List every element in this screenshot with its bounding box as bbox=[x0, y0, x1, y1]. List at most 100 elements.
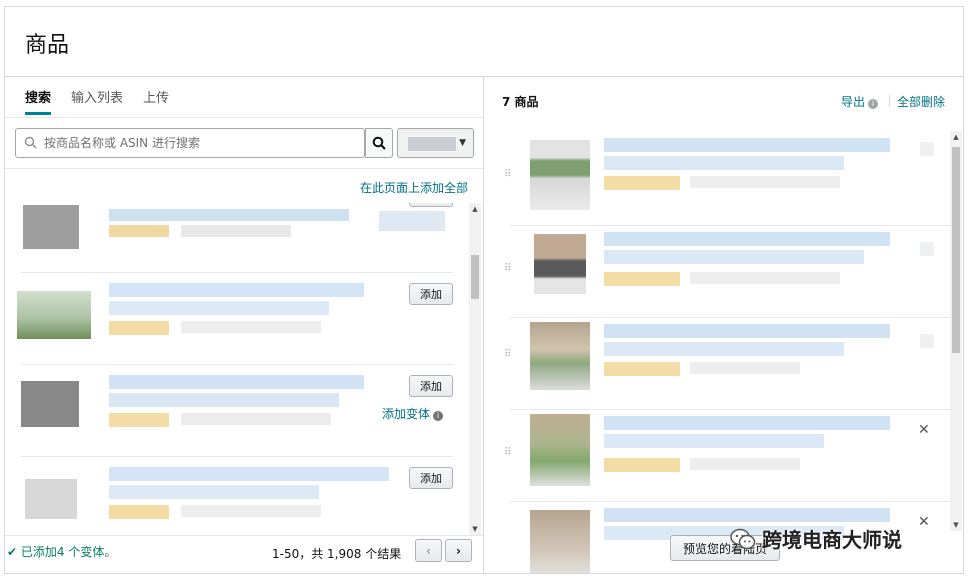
add-variants-label: 添加变体 bbox=[382, 407, 431, 421]
add-all-on-page-link[interactable]: 在此页面上添加全部 bbox=[360, 179, 468, 196]
product-title bbox=[109, 375, 364, 389]
product-price bbox=[690, 362, 800, 374]
added-variants-text: 已添加4 个变体。 bbox=[20, 545, 117, 559]
product-price bbox=[181, 225, 291, 237]
search-input[interactable] bbox=[44, 133, 354, 153]
product-image bbox=[25, 479, 77, 519]
add-button[interactable]: 添加 bbox=[409, 375, 453, 397]
tab-search[interactable]: 搜索 bbox=[25, 87, 52, 115]
product-title bbox=[109, 283, 364, 297]
product-rating bbox=[604, 176, 680, 190]
add-button[interactable]: 添加 bbox=[409, 467, 453, 489]
product-rating bbox=[604, 362, 680, 376]
scroll-up-icon[interactable]: ▲ bbox=[469, 203, 481, 215]
check-icon: ✔ bbox=[7, 545, 18, 559]
scroll-up-icon[interactable]: ▲ bbox=[950, 131, 962, 143]
search-results-list: 添加 添加 添加变体 i 添加 bbox=[5, 203, 469, 537]
search-button[interactable] bbox=[365, 128, 393, 158]
selected-products-list: ⠿ ⠿ ⠿ ⠿ ✕ ✕ bbox=[484, 122, 963, 573]
results-scrollbar[interactable]: ▲ ▼ bbox=[469, 203, 481, 535]
product-price bbox=[690, 458, 800, 470]
product-title bbox=[604, 416, 890, 430]
product-price bbox=[181, 505, 321, 517]
product-subtitle bbox=[604, 342, 844, 356]
search-panel: 搜索 输入列表 上传 ▼ 在此页面上添加全部 bbox=[5, 77, 483, 573]
tabs-divider bbox=[5, 117, 483, 118]
product-title bbox=[109, 209, 349, 221]
product-title bbox=[604, 138, 890, 152]
search-field[interactable] bbox=[15, 128, 365, 158]
product-image bbox=[530, 414, 590, 486]
product-title bbox=[604, 232, 890, 246]
selected-item: ⠿ bbox=[494, 226, 944, 316]
tab-enter-list[interactable]: 输入列表 bbox=[71, 87, 123, 115]
remove-placeholder bbox=[920, 242, 934, 256]
product-price bbox=[181, 321, 321, 333]
watermark-text: 跨境电商大师说 bbox=[762, 528, 902, 552]
product-image bbox=[534, 234, 586, 294]
drag-handle-icon[interactable]: ⠿ bbox=[504, 264, 512, 274]
product-rating bbox=[604, 272, 680, 286]
scroll-down-icon[interactable]: ▼ bbox=[950, 519, 962, 531]
selected-list-scrollbar[interactable]: ▲ ▼ bbox=[950, 131, 962, 531]
close-icon[interactable]: ✕ bbox=[918, 514, 930, 530]
drag-handle-icon[interactable]: ⠿ bbox=[504, 170, 512, 180]
link-separator bbox=[889, 95, 890, 107]
list-item: 添加 bbox=[21, 457, 453, 537]
product-title bbox=[604, 508, 890, 522]
product-image bbox=[530, 322, 590, 390]
product-subtitle bbox=[604, 250, 864, 264]
list-item: 添加 bbox=[17, 273, 453, 365]
product-image bbox=[21, 381, 79, 427]
product-price bbox=[690, 272, 840, 284]
footer-divider bbox=[5, 535, 483, 536]
selected-item: ⠿ ✕ bbox=[494, 410, 944, 500]
product-image bbox=[530, 140, 590, 210]
search-scope-dropdown[interactable]: ▼ bbox=[397, 128, 474, 158]
previous-page-button[interactable]: ‹ bbox=[415, 539, 442, 562]
delete-all-link[interactable]: 全部删除 bbox=[897, 93, 945, 110]
search-icon bbox=[24, 136, 37, 152]
add-button[interactable]: 添加 bbox=[409, 283, 453, 305]
scroll-thumb[interactable] bbox=[952, 147, 960, 353]
watermark: 跨境电商大师说 bbox=[730, 524, 902, 553]
tab-upload[interactable]: 上传 bbox=[143, 87, 169, 115]
product-rating bbox=[604, 458, 680, 472]
product-image bbox=[530, 510, 590, 573]
add-button[interactable] bbox=[409, 203, 453, 207]
added-variants-status: ✔ 已添加4 个变体。 bbox=[7, 543, 116, 560]
drag-handle-icon[interactable]: ⠿ bbox=[504, 350, 512, 360]
search-icon bbox=[372, 136, 386, 150]
product-subtitle bbox=[109, 485, 319, 499]
product-rating bbox=[109, 413, 169, 427]
chevron-right-icon: › bbox=[456, 543, 461, 558]
product-meta bbox=[379, 211, 445, 231]
product-price bbox=[181, 413, 331, 425]
product-subtitle bbox=[109, 393, 339, 407]
selected-products-panel: 7 商品 导出 i 全部删除 ⠿ ⠿ ⠿ ⠿ ✕ ✕ ▲ ▼ 预览您的着陆页 bbox=[484, 77, 963, 573]
product-subtitle bbox=[109, 301, 329, 315]
drag-handle-icon[interactable]: ⠿ bbox=[504, 448, 512, 458]
selected-item: ⠿ bbox=[494, 318, 944, 408]
export-link[interactable]: 导出 i bbox=[841, 93, 879, 110]
next-page-button[interactable]: › bbox=[445, 539, 472, 562]
scroll-thumb[interactable] bbox=[471, 255, 479, 299]
product-subtitle bbox=[604, 434, 824, 448]
selected-item: ⠿ bbox=[494, 134, 944, 224]
remove-placeholder bbox=[920, 142, 934, 156]
close-icon[interactable]: ✕ bbox=[918, 422, 930, 438]
product-rating bbox=[109, 225, 169, 237]
export-label: 导出 bbox=[841, 95, 866, 109]
list-item: 添加 添加变体 i bbox=[21, 365, 453, 457]
product-image bbox=[23, 205, 79, 249]
page-title: 商品 bbox=[25, 33, 70, 58]
scroll-down-icon[interactable]: ▼ bbox=[469, 523, 481, 535]
remove-placeholder bbox=[920, 334, 934, 348]
search-divider bbox=[5, 168, 483, 169]
chevron-left-icon: ‹ bbox=[426, 543, 431, 558]
product-rating bbox=[109, 321, 169, 335]
wechat-logo-icon bbox=[730, 528, 756, 550]
redacted-selected-value bbox=[408, 137, 456, 151]
chevron-down-icon: ▼ bbox=[459, 138, 466, 148]
add-variants-link[interactable]: 添加变体 i bbox=[382, 405, 444, 422]
